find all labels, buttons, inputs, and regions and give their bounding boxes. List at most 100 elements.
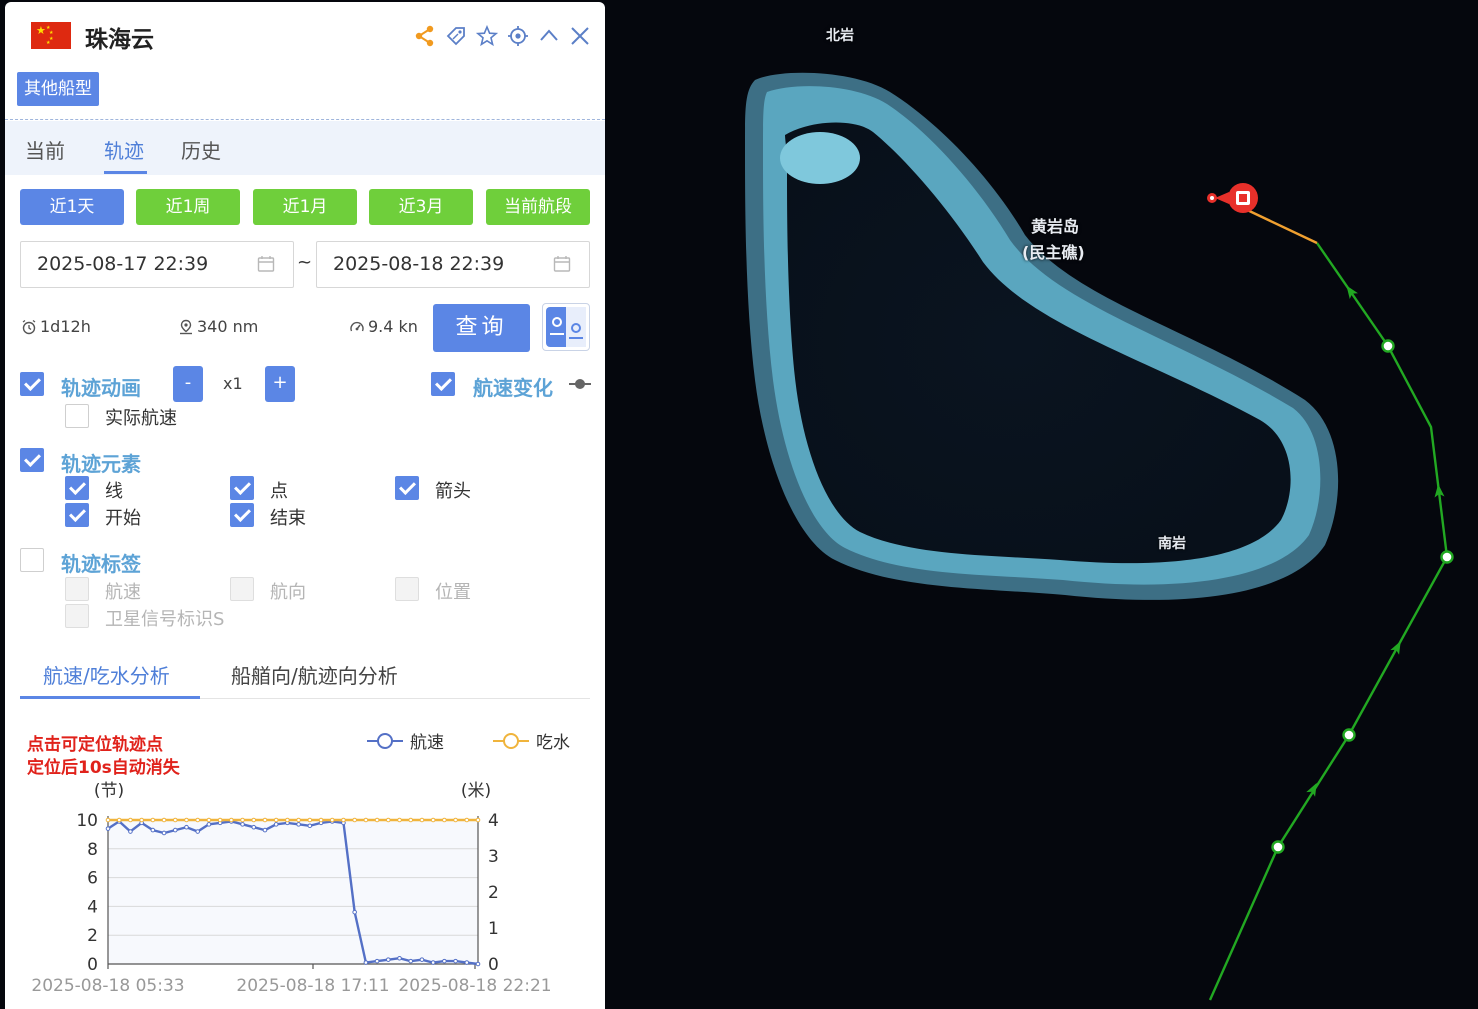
animation-checkbox[interactable] (20, 372, 44, 396)
range-1month-button[interactable]: 近1月 (253, 189, 357, 225)
series-point-speed (397, 955, 402, 961)
tab-history[interactable]: 历史 (181, 135, 221, 164)
y-right-tick-label: 1 (488, 919, 499, 939)
series-point-speed (464, 960, 470, 965)
series-point-draft (128, 817, 133, 823)
series-point-draft (329, 817, 335, 823)
series-point-draft (150, 817, 156, 823)
label-course-checkbox (230, 577, 254, 601)
map-canvas[interactable] (605, 0, 1478, 1009)
series-point-speed (195, 829, 200, 834)
route-compare-button[interactable] (542, 303, 590, 351)
series-point-speed (206, 822, 212, 827)
share-icon[interactable] (409, 22, 440, 50)
map-view[interactable]: 北岩 黄岩岛 (民主礁) 南岩 (605, 0, 1478, 1009)
legend-speed[interactable]: 航速 (366, 728, 444, 753)
series-point-speed (240, 822, 245, 827)
collapse-icon[interactable] (533, 22, 564, 50)
range-1day-button[interactable]: 近1天 (20, 189, 124, 225)
tab-speed-draft-analysis[interactable]: 航速/吃水分析 (43, 660, 170, 689)
element-point-checkbox[interactable] (230, 476, 254, 500)
actual-speed-checkbox[interactable] (65, 404, 89, 428)
element-arrow-label: 箭头 (435, 481, 471, 502)
speed-draft-chart[interactable]: 0 2 4 6 8 10 0 1 2 3 4 (节) (米) 2025-08-18 05:33 2025-0… (5, 772, 605, 1009)
china-flag-icon: ★ ★ ★ ★ ★ (31, 22, 71, 49)
end-date-field[interactable]: 2025-08-18 22:39 (316, 241, 590, 288)
series-point-speed (408, 958, 414, 964)
close-icon[interactable] (564, 22, 595, 50)
series-point-draft (430, 817, 436, 823)
range-current-voyage-button[interactable]: 当前航段 (486, 189, 590, 225)
tag-icon[interactable] (440, 22, 471, 50)
tab-current[interactable]: 当前 (25, 135, 65, 164)
series-point-speed (105, 826, 111, 831)
analysis-tab-indicator (20, 696, 200, 699)
series-point-draft (273, 817, 279, 823)
speed-legend-icon (569, 379, 591, 389)
element-end-checkbox[interactable] (230, 503, 254, 527)
series-point-speed (430, 960, 436, 965)
series-point-draft (184, 817, 189, 823)
series-point-draft (341, 817, 346, 823)
series-point-draft (139, 817, 144, 823)
series-point-speed (150, 827, 156, 833)
start-date-field[interactable]: 2025-08-17 22:39 (20, 241, 294, 288)
stat-distance: 340 nm (178, 317, 258, 336)
element-arrow-checkbox[interactable] (395, 476, 419, 500)
query-button[interactable]: 查询 (433, 304, 530, 352)
label-position-checkbox (395, 577, 419, 601)
series-point-draft (296, 817, 301, 823)
calendar-icon[interactable] (553, 255, 571, 273)
elements-checkbox[interactable] (20, 448, 44, 472)
speed-value: 9.4 kn (368, 317, 418, 336)
range-1week-button[interactable]: 近1周 (136, 189, 240, 225)
animation-speed-value: x1 (223, 374, 243, 393)
series-point-draft (475, 817, 481, 823)
map-label-island: 黄岩岛 (1031, 217, 1080, 236)
series-point-draft (161, 817, 167, 823)
series-point-draft (217, 817, 223, 823)
series-point-draft (105, 817, 111, 823)
y-right-tick-label: 2 (488, 883, 499, 903)
speed-change-checkbox[interactable] (431, 372, 455, 396)
ship-name: 珠海云 (85, 27, 154, 53)
series-point-speed (273, 822, 279, 827)
panel-tabs: 当前 轨迹 历史 (5, 121, 605, 175)
reef-shallows (780, 132, 860, 184)
series-point-speed (128, 829, 133, 834)
star-icon[interactable] (471, 22, 502, 50)
tab-track[interactable]: 轨迹 (104, 135, 144, 164)
series-point-draft (285, 817, 290, 823)
series-point-speed (296, 822, 301, 827)
range-3month-button[interactable]: 近3月 (369, 189, 473, 225)
series-point-draft (386, 817, 391, 823)
element-start-checkbox[interactable] (65, 503, 89, 527)
track-end-marker[interactable] (1207, 183, 1258, 213)
element-line-checkbox[interactable] (65, 476, 89, 500)
speed-decrease-button[interactable]: - (173, 366, 203, 402)
stat-speed: 9.4 kn (349, 317, 418, 336)
series-point-draft (408, 817, 414, 823)
series-point-speed (262, 827, 268, 833)
duration-value: 1d12h (40, 317, 91, 336)
series-point-draft (363, 817, 369, 823)
y-right-tick-label: 0 (488, 955, 499, 975)
legend-draft[interactable]: 吃水 (492, 728, 570, 753)
locate-icon[interactable] (502, 22, 533, 50)
vessel-track[interactable] (1208, 206, 1454, 1001)
calendar-icon[interactable] (257, 255, 275, 273)
speed-increase-button[interactable]: + (265, 366, 295, 402)
x-tick-label: 2025-08-18 17:11 (236, 976, 389, 996)
track-labels-label: 轨迹标签 (61, 552, 141, 576)
legend-draft-label: 吃水 (536, 733, 570, 753)
label-satellite-label: 卫星信号标识S (105, 609, 225, 630)
series-point-speed (419, 957, 425, 962)
track-line-end (1242, 206, 1318, 245)
series-point-draft (453, 817, 458, 823)
track-labels-checkbox[interactable] (20, 548, 44, 572)
track-arrow (1390, 640, 1401, 655)
y-left-tick-label: 8 (87, 840, 98, 860)
stat-duration: 1d12h (21, 317, 91, 336)
y-right-tick-label: 4 (488, 811, 499, 831)
tab-heading-course-analysis[interactable]: 船艏向/航迹向分析 (231, 660, 398, 689)
